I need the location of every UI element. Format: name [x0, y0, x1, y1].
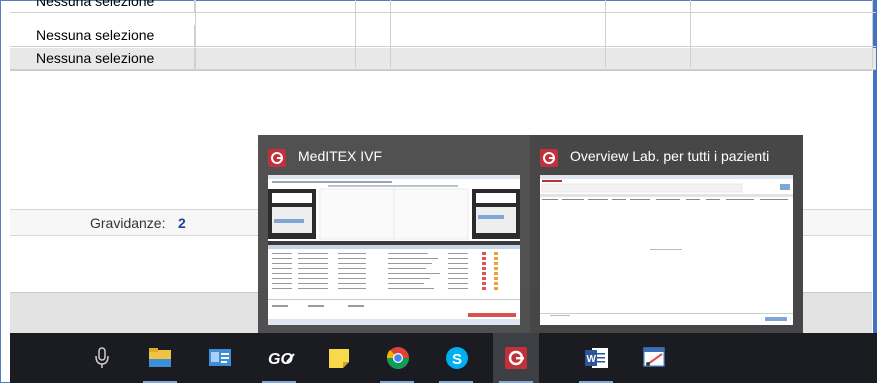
goto-icon: GO	[268, 351, 295, 368]
goto-button[interactable]: GO	[256, 333, 302, 383]
pregnancies-value: 2	[178, 215, 186, 231]
table-cell: Nessuna selezione	[10, 25, 195, 46]
cortana-mic-button[interactable]	[79, 333, 125, 383]
word-button[interactable]: W	[573, 333, 619, 383]
table-cell: Nessuna selezione	[10, 0, 195, 12]
file-explorer-button[interactable]	[137, 333, 183, 383]
meditex-icon	[505, 347, 527, 369]
table-bottom-border	[10, 70, 872, 71]
skype-icon: S	[446, 347, 468, 369]
column-divider	[390, 0, 391, 68]
preview-window-meditex[interactable]: MedITEX IVF	[258, 135, 530, 333]
preview-thumbnail	[540, 175, 793, 325]
chrome-icon	[386, 347, 409, 369]
file-explorer-icon	[149, 348, 171, 367]
chrome-button[interactable]	[374, 333, 420, 383]
pregnancies-label: Gravidanze:	[90, 215, 166, 231]
column-divider	[355, 0, 356, 68]
word-icon: W	[585, 348, 608, 368]
microphone-icon	[95, 347, 109, 368]
skype-button[interactable]: S	[433, 333, 479, 383]
preview-window-overview-lab[interactable]: Overview Lab. per tutti i pazienti	[530, 135, 803, 333]
sticky-notes-button[interactable]	[316, 333, 362, 383]
sticky-notes-icon	[329, 349, 349, 368]
table-row-selected[interactable]: Nessuna selezione	[10, 48, 876, 70]
snipping-tool-icon	[643, 347, 665, 367]
column-divider	[605, 0, 606, 68]
meditex-taskbar-button[interactable]	[493, 333, 539, 383]
svg-text:W: W	[587, 354, 597, 365]
table-cell: Nessuna selezione	[10, 48, 195, 69]
column-divider	[690, 0, 691, 68]
column-divider	[872, 0, 873, 68]
svg-text:S: S	[452, 351, 462, 368]
snipping-tool-button[interactable]	[631, 333, 677, 383]
meditex-icon	[268, 149, 286, 167]
preview-thumbnail	[268, 175, 520, 325]
meditex-icon	[540, 149, 558, 167]
table-row[interactable]: Nessuna selezione	[10, 25, 876, 47]
preview-title: Overview Lab. per tutti i pazienti	[570, 148, 770, 164]
windows-taskbar: GO S W	[10, 333, 877, 383]
preview-title: MedITEX IVF	[298, 148, 383, 164]
overview-lab-thumbnail-image	[540, 175, 793, 325]
table-row[interactable]: Nessuna selezione	[10, 0, 876, 13]
contacts-card-icon	[209, 349, 231, 366]
taskbar-preview-popup: MedITEX IVF Overview Lab. per tutti i pa…	[258, 135, 803, 333]
meditex-thumbnail-image	[268, 175, 520, 325]
contacts-button[interactable]	[197, 333, 243, 383]
column-divider	[195, 0, 196, 68]
